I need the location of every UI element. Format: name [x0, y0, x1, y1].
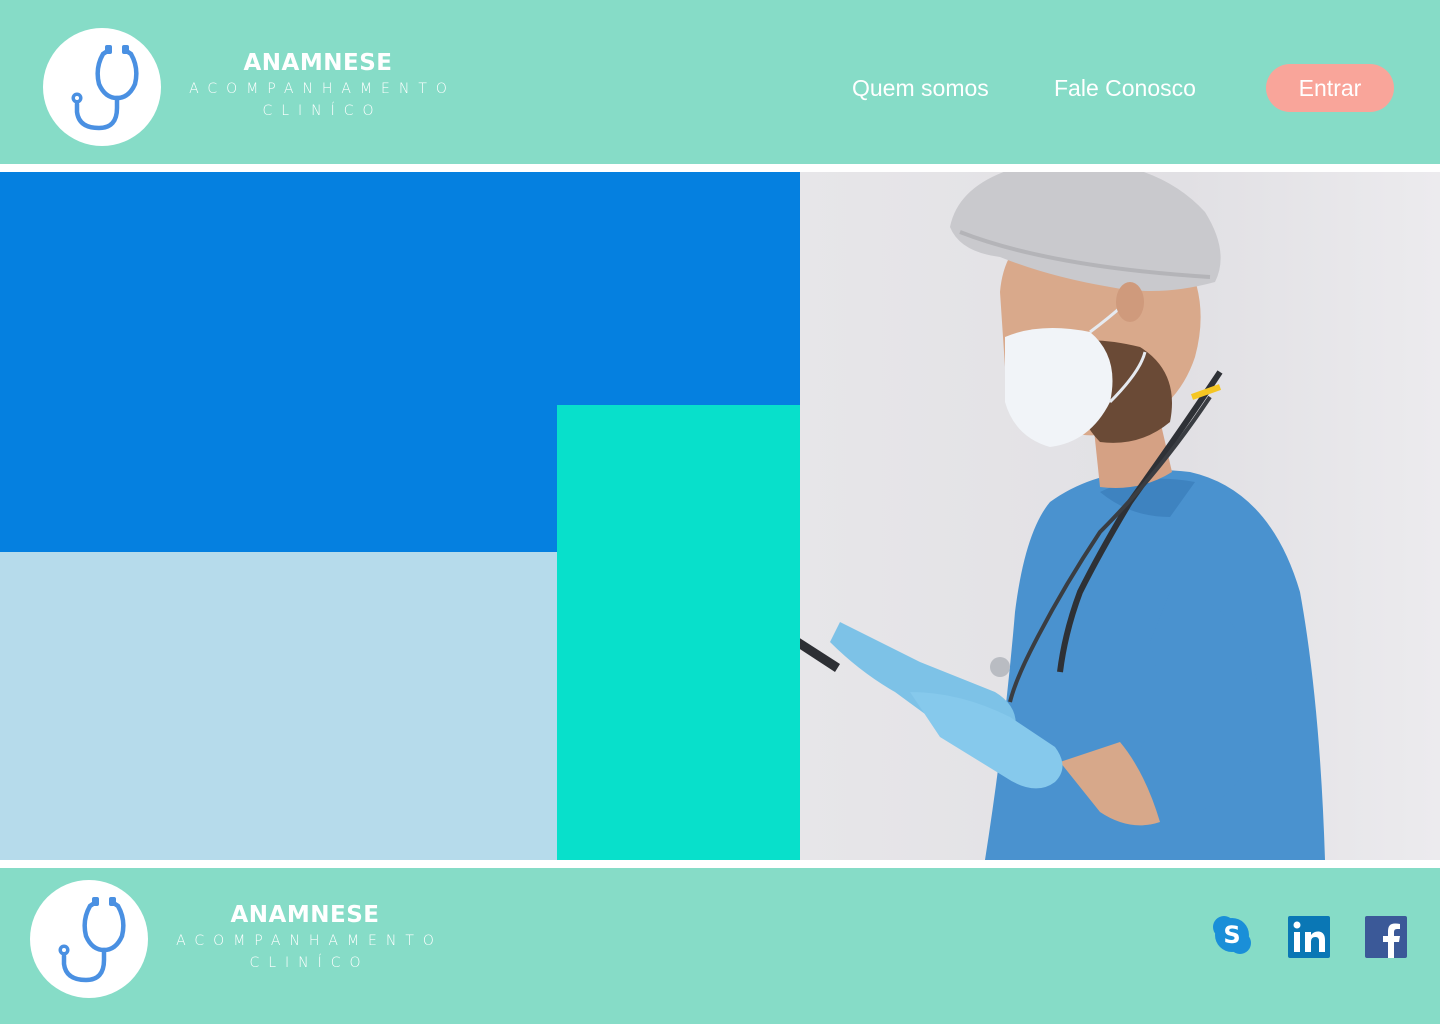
brand-subtitle-line-2: CLINÍCO [249, 955, 370, 971]
header: ANAMNESE ACOMPANHAMENTO CLINÍCO Quem som… [0, 0, 1440, 164]
doctor-illustration [725, 172, 1325, 860]
stethoscope-icon [71, 45, 139, 131]
brand-subtitle-line-1: ACOMPANHAMENTO [176, 933, 443, 949]
brand-subtitle-line-2: CLINÍCO [262, 103, 383, 119]
brand-title: ANAMNESE [243, 50, 393, 76]
linkedin-icon[interactable] [1288, 916, 1330, 958]
skype-icon[interactable]: S [1211, 914, 1253, 956]
footer-logo[interactable] [30, 880, 148, 998]
login-button[interactable]: Entrar [1266, 64, 1394, 112]
hero-block-teal [557, 405, 800, 860]
hero-banner [0, 172, 1440, 860]
brand-title: ANAMNESE [230, 902, 380, 928]
facebook-icon[interactable] [1365, 916, 1407, 958]
nav-quem-somos[interactable]: Quem somos [852, 72, 989, 104]
svg-text:S: S [1223, 921, 1240, 949]
brand: ANAMNESE ACOMPANHAMENTO CLINÍCO [178, 48, 458, 122]
nav-fale-conosco[interactable]: Fale Conosco [1054, 72, 1196, 104]
footer-brand: ANAMNESE ACOMPANHAMENTO CLINÍCO [165, 900, 445, 974]
stethoscope-icon [58, 897, 126, 983]
footer: ANAMNESE ACOMPANHAMENTO CLINÍCO S [0, 868, 1440, 1024]
logo[interactable] [43, 28, 161, 146]
brand-subtitle-line-1: ACOMPANHAMENTO [189, 81, 456, 97]
hero-photo-doctor [725, 172, 1440, 860]
